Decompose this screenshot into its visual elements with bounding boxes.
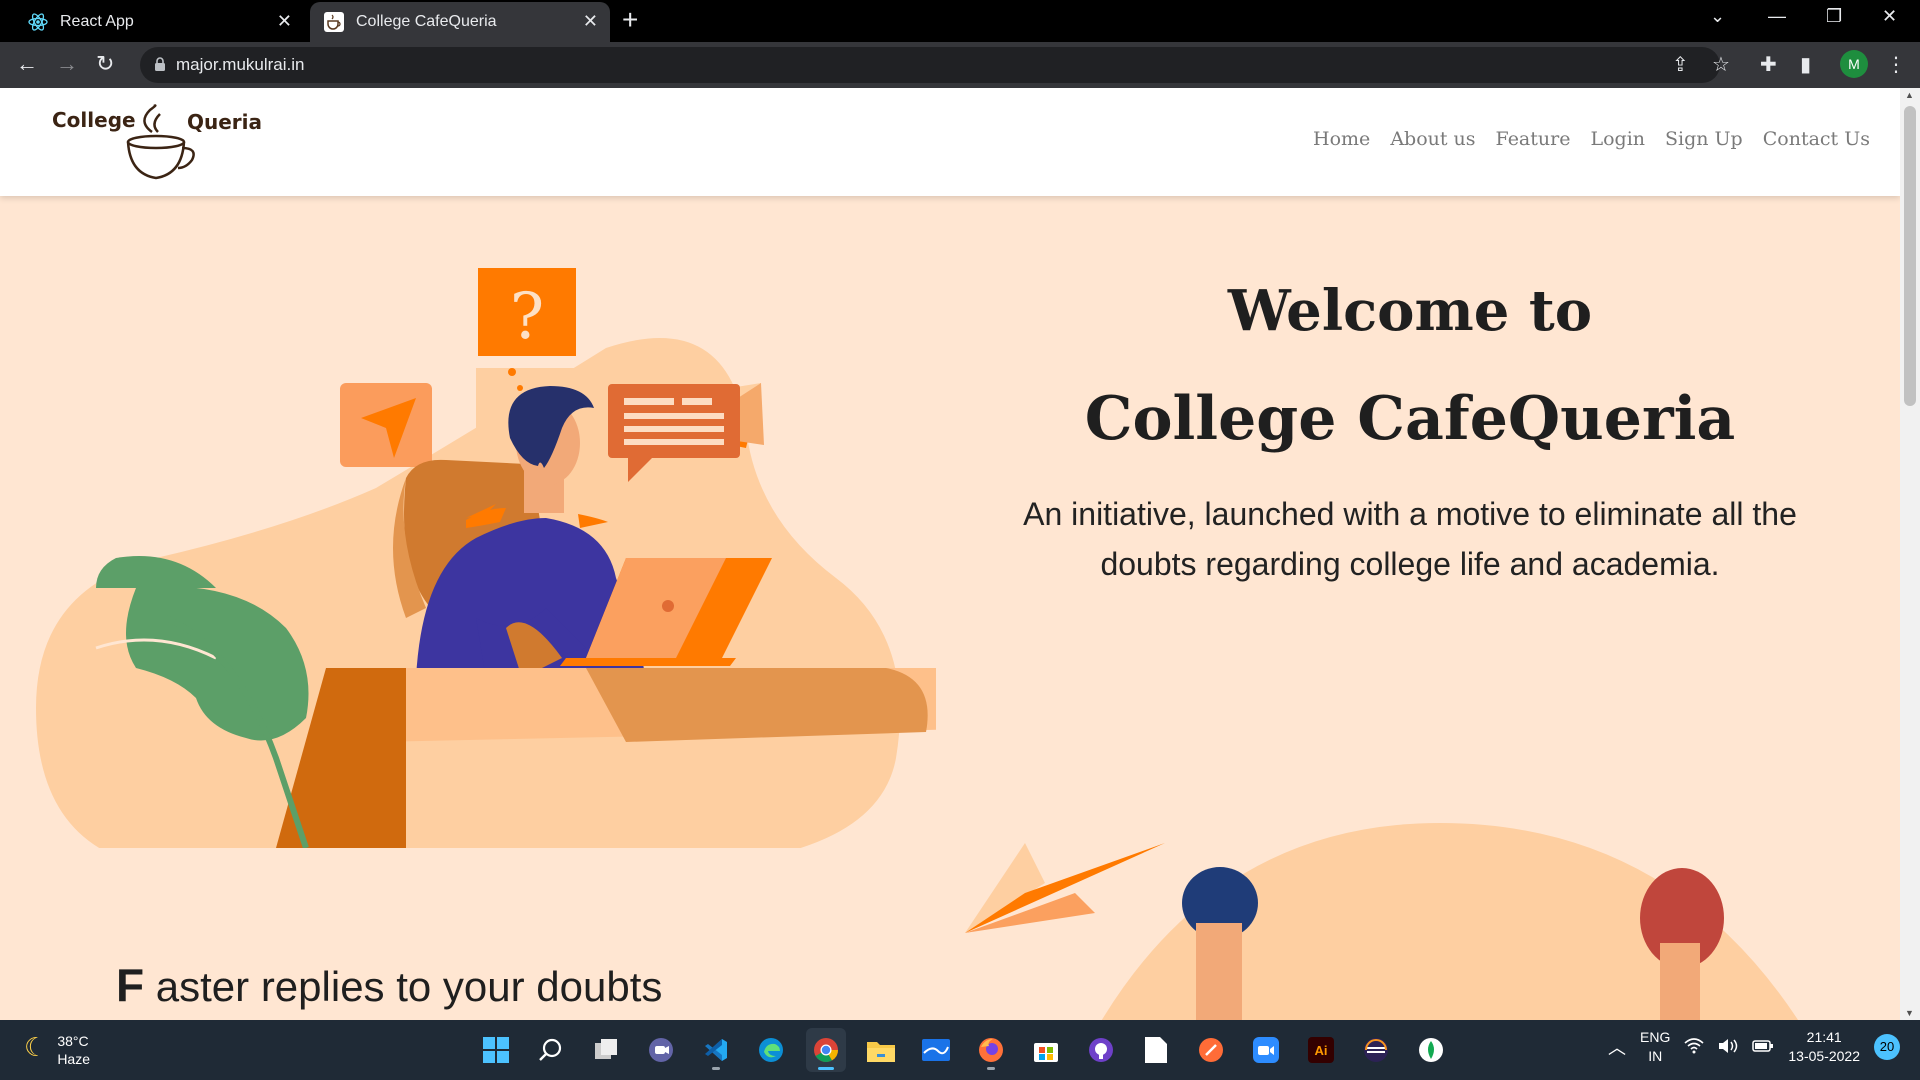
people-illustration (1101, 823, 1798, 1020)
restore-icon[interactable]: ❐ (1826, 6, 1842, 27)
chat-icon[interactable] (641, 1028, 681, 1072)
share-icon[interactable]: ⇪ (1672, 52, 1689, 77)
tab-strip: React App ✕ College CafeQueria ✕ + ⌄ — ❐… (0, 0, 1920, 42)
cup-icon (324, 12, 344, 32)
nav-login[interactable]: Login (1590, 128, 1645, 150)
hero-title-line2: College CafeQueria (1084, 384, 1736, 454)
url-text: major.mukulrai.in (176, 55, 305, 74)
send-box-icon (340, 383, 432, 467)
scroll-down-icon[interactable]: ▼ (1905, 1008, 1914, 1018)
taskbar-apps: Ai (476, 1028, 1451, 1072)
scroll-up-icon[interactable]: ▲ (1905, 90, 1914, 100)
running-indicator (987, 1067, 995, 1070)
language-code: ENG (1640, 1029, 1671, 1045)
taskbar: ☾ 38°C Haze Ai ︿ ENG IN 21:41 13-05-2022… (0, 1020, 1920, 1080)
zoom-icon[interactable] (1246, 1028, 1286, 1072)
store-icon[interactable] (1026, 1028, 1066, 1072)
nav-sign-up[interactable]: Sign Up (1665, 128, 1743, 150)
mongodb-icon[interactable] (1411, 1028, 1451, 1072)
clock-time: 21:41 (1806, 1029, 1842, 1045)
moon-icon: ☾ (24, 1032, 48, 1062)
question-box-icon: ? (478, 268, 576, 356)
wifi-icon[interactable] (1684, 1037, 1704, 1057)
scrollbar-thumb[interactable] (1904, 106, 1916, 406)
url-bar[interactable]: major.mukulrai.in (140, 47, 1720, 83)
tab-title: College CafeQueria (356, 13, 497, 30)
extensions-icon[interactable]: ✚ (1760, 52, 1777, 77)
new-tab-button[interactable]: + (622, 6, 638, 34)
mail-icon[interactable] (916, 1028, 956, 1072)
reload-icon[interactable]: ↻ (96, 52, 114, 76)
main-menu: Home About us Feature Login Sign Up Cont… (1313, 128, 1870, 150)
hero-title-line1: Welcome to (1227, 278, 1593, 344)
react-icon (28, 12, 48, 32)
hero-tagline: An initiative, launched with a motive to… (1023, 496, 1797, 582)
hero-illustration: ? (36, 268, 936, 848)
weather-temp: 38°C (57, 1033, 89, 1049)
menu-dots-icon[interactable]: ⋮ (1886, 52, 1906, 77)
nav-about-us[interactable]: About us (1390, 128, 1475, 150)
weather-condition: Haze (57, 1051, 90, 1067)
close-icon[interactable]: ✕ (277, 11, 292, 32)
eclipse-icon[interactable] (1356, 1028, 1396, 1072)
volume-icon[interactable] (1718, 1038, 1738, 1057)
illustrator-icon[interactable]: Ai (1301, 1028, 1341, 1072)
chevron-down-icon[interactable]: ⌄ (1710, 6, 1725, 27)
active-indicator (818, 1067, 834, 1070)
heading-first-letter: F (116, 959, 145, 1011)
notification-badge[interactable]: 20 (1874, 1034, 1900, 1060)
side-panel-icon[interactable]: ▮ (1800, 52, 1811, 77)
edge-icon[interactable] (751, 1028, 791, 1072)
start-icon[interactable] (476, 1028, 516, 1072)
bookmark-star-icon[interactable]: ☆ (1712, 52, 1730, 77)
vscode-icon[interactable] (696, 1028, 736, 1072)
back-icon[interactable]: ← (16, 52, 38, 76)
firefox-icon[interactable] (971, 1028, 1011, 1072)
page-viewport: College Queria Home About us Feature Log… (0, 88, 1900, 1020)
hero-text: Welcome to College CafeQueria An initiat… (990, 283, 1830, 589)
language-indicator[interactable]: ENG IN (1640, 1028, 1670, 1066)
chevron-up-icon[interactable]: ︿ (1608, 1034, 1626, 1060)
address-toolbar: ← → ↻ major.mukulrai.in ⇪ ☆ ✚ ▮ M ⋮ (0, 42, 1920, 88)
heading-rest: aster replies to your doubts (155, 963, 663, 1010)
nav-feature[interactable]: Feature (1496, 128, 1571, 150)
close-icon[interactable]: ✕ (583, 11, 598, 32)
tab-react-app[interactable]: React App ✕ (14, 2, 304, 42)
svg-text:Ai: Ai (1315, 1043, 1328, 1058)
site-logo[interactable]: College Queria (52, 104, 272, 184)
search-icon[interactable] (531, 1028, 571, 1072)
tab-college-cafequeria[interactable]: College CafeQueria ✕ (310, 2, 610, 42)
system-tray: ︿ ENG IN 21:41 13-05-2022 20 (1608, 1028, 1900, 1066)
lock-icon (155, 57, 165, 71)
svg-text:?: ? (510, 280, 544, 354)
tab-title: React App (60, 13, 134, 30)
github-icon[interactable] (1081, 1028, 1121, 1072)
profile-avatar[interactable]: M (1840, 50, 1868, 78)
running-indicator (712, 1067, 720, 1070)
region-code: IN (1648, 1048, 1663, 1064)
site-navbar: College Queria Home About us Feature Log… (0, 88, 1900, 196)
battery-icon[interactable] (1752, 1039, 1774, 1056)
close-window-icon[interactable]: ✕ (1882, 6, 1897, 27)
chrome-icon[interactable] (806, 1028, 846, 1072)
weather-widget[interactable]: ☾ 38°C Haze (24, 1032, 90, 1068)
postman-icon[interactable] (1191, 1028, 1231, 1072)
nav-contact-us[interactable]: Contact Us (1763, 128, 1870, 150)
file-explorer-icon[interactable] (861, 1028, 901, 1072)
page-scrollbar[interactable]: ▲ ▼ (1900, 88, 1920, 1020)
nav-home[interactable]: Home (1313, 128, 1370, 150)
forward-icon[interactable]: → (56, 52, 78, 76)
notepad-icon[interactable] (1136, 1028, 1176, 1072)
logo-word-queria: Queria (187, 110, 263, 134)
clock[interactable]: 21:41 13-05-2022 (1788, 1028, 1860, 1066)
task-view-icon[interactable] (586, 1028, 626, 1072)
clock-date: 13-05-2022 (1788, 1048, 1860, 1064)
minimize-icon[interactable]: — (1768, 6, 1786, 27)
section-heading: F aster replies to your doubts (116, 958, 662, 1012)
